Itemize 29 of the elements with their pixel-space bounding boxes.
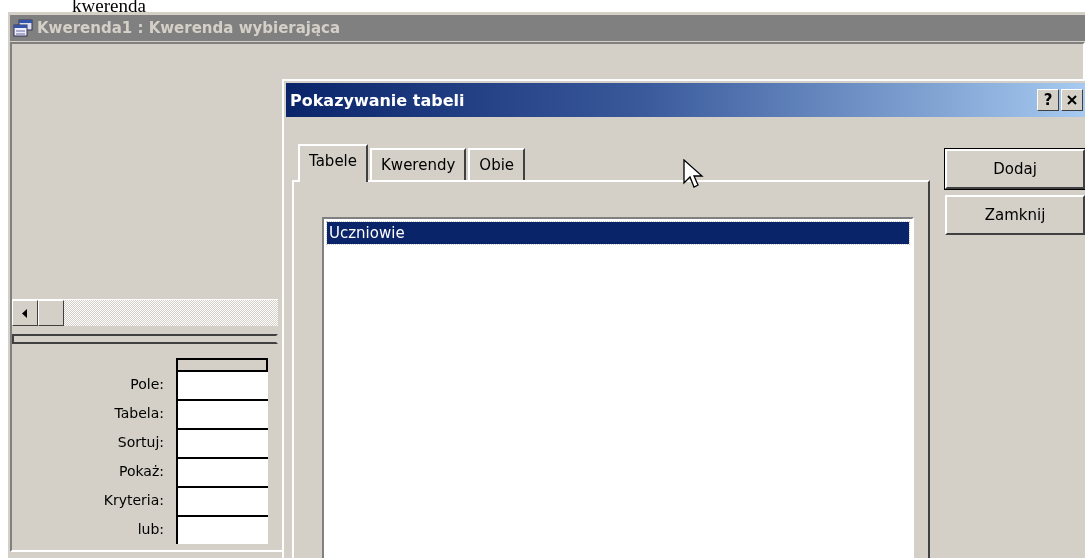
grid-cell[interactable]	[176, 515, 268, 544]
grid-cell[interactable]	[176, 370, 268, 399]
close-button[interactable]	[1061, 89, 1083, 111]
horizontal-scrollbar[interactable]	[12, 299, 278, 326]
help-button[interactable]: ?	[1037, 89, 1059, 111]
row-label: Sortuj:	[116, 433, 165, 452]
tab[interactable]: Obie	[468, 148, 526, 180]
grid-cell[interactable]	[176, 457, 268, 486]
row-label: Tabela:	[113, 404, 165, 423]
grid-cell[interactable]	[176, 399, 268, 428]
row-label: lub:	[136, 520, 165, 539]
grid-cell[interactable]	[176, 486, 268, 515]
row-label: Pokaż:	[118, 462, 165, 481]
list-item[interactable]: Uczniowie	[327, 222, 909, 244]
splitter-bar[interactable]	[12, 334, 278, 344]
dialog-button[interactable]: Dodaj	[945, 149, 1085, 189]
row-label: Pole:	[129, 375, 165, 394]
left-arrow-icon	[22, 308, 28, 318]
query-icon	[13, 19, 33, 37]
dialog-title: Pokazywanie tabeli	[290, 90, 466, 110]
column-selector[interactable]	[176, 358, 268, 370]
tab[interactable]: Kwerendy	[370, 148, 467, 180]
grid-cell[interactable]	[176, 428, 268, 457]
row-label: Kryteria:	[102, 491, 165, 510]
close-icon	[1067, 95, 1077, 105]
tab[interactable]: Tabele	[298, 144, 369, 182]
dialog-button[interactable]: Zamknij	[945, 195, 1085, 235]
scroll-thumb[interactable]	[38, 300, 64, 326]
window-title: Kwerenda1 : Kwerenda wybierająca	[37, 19, 341, 37]
